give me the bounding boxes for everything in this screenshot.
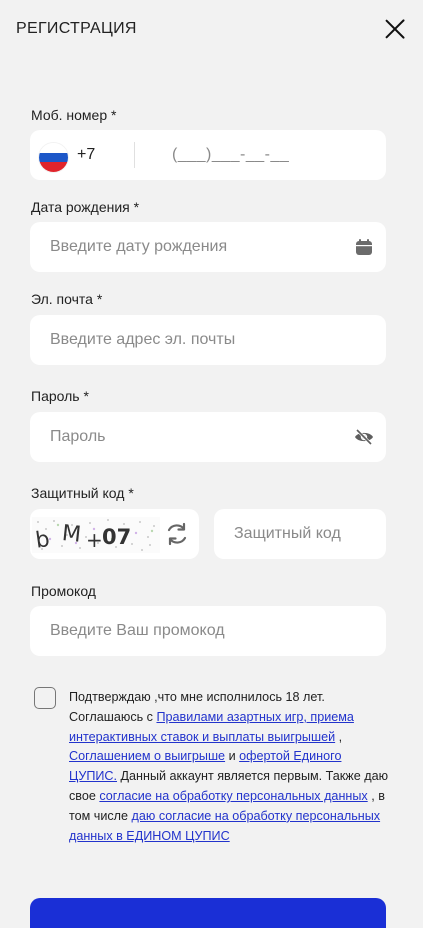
submit-button[interactable] xyxy=(30,898,386,928)
password-field xyxy=(30,412,386,462)
phone-input[interactable] xyxy=(152,130,423,180)
email-field xyxy=(30,315,386,365)
agreement-checkbox[interactable] xyxy=(34,687,56,709)
birthdate-field xyxy=(30,222,386,272)
modal-header: РЕГИСТРАЦИЯ xyxy=(0,0,423,60)
captcha-label: Защитный код * xyxy=(31,485,134,501)
svg-text:M: M xyxy=(61,521,82,548)
promo-field xyxy=(30,606,386,656)
password-label: Пароль * xyxy=(31,388,89,404)
promo-label: Промокод xyxy=(31,583,96,599)
personal-data-consent-link[interactable]: согласие на обработку персональных данны… xyxy=(99,789,367,803)
phone-field: +7 xyxy=(30,130,423,180)
captcha-image: b M + 07 xyxy=(32,517,160,553)
agreement-text-3: и xyxy=(228,749,236,764)
captcha-field xyxy=(214,509,386,559)
birthdate-input[interactable] xyxy=(30,222,310,272)
svg-text:+: + xyxy=(86,528,103,552)
password-input[interactable] xyxy=(30,412,310,462)
agreement-text-2: , xyxy=(338,729,343,744)
birthdate-label: Дата рождения * xyxy=(31,199,140,215)
email-label: Эл. почта * xyxy=(31,291,103,307)
close-icon[interactable] xyxy=(384,18,406,40)
winnings-agreement-link[interactable]: Соглашением о выигрыше xyxy=(69,749,225,763)
svg-text:07: 07 xyxy=(102,525,131,549)
russia-flag-icon[interactable] xyxy=(39,143,68,172)
phone-label: Моб. номер * xyxy=(31,107,117,123)
captcha-input[interactable] xyxy=(214,509,386,559)
promo-input[interactable] xyxy=(30,606,310,656)
divider xyxy=(134,142,135,168)
email-input[interactable] xyxy=(30,315,310,365)
country-code[interactable]: +7 xyxy=(77,146,95,164)
calendar-icon[interactable] xyxy=(354,237,374,257)
agreement-text: Подтверждаю ,что мне исполнилось 18 лет.… xyxy=(69,688,389,846)
eye-off-icon[interactable] xyxy=(354,427,374,447)
refresh-icon[interactable] xyxy=(164,521,190,547)
captcha-box: b M + 07 xyxy=(30,509,199,559)
page-title: РЕГИСТРАЦИЯ xyxy=(16,20,137,37)
